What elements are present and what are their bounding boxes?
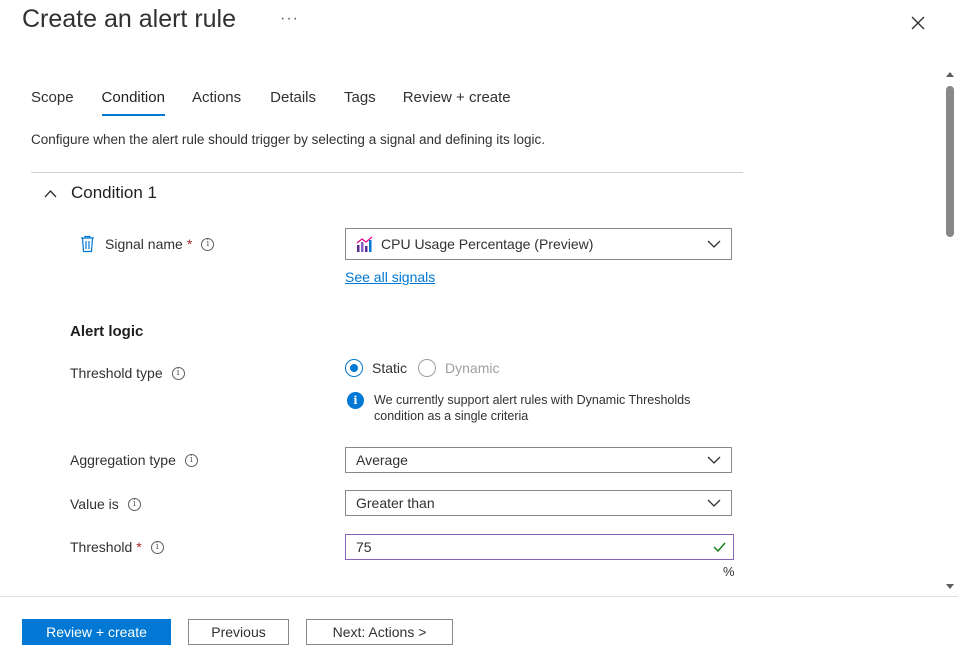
description-text: Configure when the alert rule should tri…	[31, 132, 546, 147]
aggregation-type-dropdown[interactable]: Average	[345, 447, 732, 473]
chevron-up-icon	[44, 189, 57, 197]
tab-bar: Scope Condition Actions Details Tags Rev…	[31, 89, 511, 119]
info-icon[interactable]: i	[184, 453, 198, 467]
scroll-down-arrow-icon[interactable]	[946, 584, 954, 590]
more-options-button[interactable]: ···	[280, 10, 299, 28]
signal-name-label-group: Signal name * i	[80, 235, 215, 253]
close-icon[interactable]	[906, 11, 930, 35]
tab-details[interactable]: Details	[270, 89, 316, 119]
info-filled-icon: i	[347, 392, 364, 409]
threshold-type-label: Threshold type	[70, 365, 163, 381]
signal-name-dropdown[interactable]: CPU Usage Percentage (Preview)	[345, 228, 732, 260]
aggregation-type-label-group: Aggregation type i	[70, 452, 198, 468]
condition-collapse-toggle[interactable]: Condition 1	[44, 183, 157, 203]
threshold-value: 75	[356, 539, 372, 555]
chevron-down-icon	[707, 499, 721, 507]
page-title: Create an alert rule	[22, 5, 237, 33]
chevron-down-icon	[707, 456, 721, 464]
trash-icon[interactable]	[80, 235, 95, 253]
dynamic-radio-label[interactable]: Dynamic	[445, 360, 499, 376]
tab-actions[interactable]: Actions	[192, 89, 241, 119]
static-radio[interactable]	[345, 359, 363, 377]
see-all-signals-link[interactable]: See all signals	[345, 269, 435, 285]
note-text: We currently support alert rules with Dy…	[374, 393, 691, 423]
scroll-up-arrow-icon[interactable]	[946, 71, 954, 77]
required-marker: *	[136, 539, 142, 555]
value-is-dropdown[interactable]: Greater than	[345, 490, 732, 516]
threshold-label: Threshold	[70, 539, 133, 555]
tab-scope[interactable]: Scope	[31, 89, 74, 119]
threshold-type-radio-group: Static Dynamic	[345, 359, 510, 377]
info-icon[interactable]: i	[201, 237, 215, 251]
value-is-label: Value is	[70, 496, 119, 512]
threshold-type-label-group: Threshold type i	[70, 365, 185, 381]
review-create-button[interactable]: Review + create	[22, 619, 171, 645]
info-icon[interactable]: i	[171, 366, 185, 380]
tab-condition[interactable]: Condition	[101, 89, 166, 119]
signal-name-value: CPU Usage Percentage (Preview)	[381, 236, 594, 252]
tab-review-create[interactable]: Review + create	[403, 89, 511, 119]
metric-chart-icon	[356, 236, 373, 252]
checkmark-icon	[713, 542, 726, 552]
aggregation-type-label: Aggregation type	[70, 452, 176, 468]
tab-tags[interactable]: Tags	[344, 89, 376, 119]
info-icon[interactable]: i	[127, 497, 141, 511]
threshold-input[interactable]: 75	[345, 534, 734, 560]
value-is-label-group: Value is i	[70, 496, 141, 512]
previous-button[interactable]: Previous	[188, 619, 289, 645]
alert-logic-heading: Alert logic	[70, 323, 144, 340]
footer-divider	[0, 596, 958, 597]
static-radio-label[interactable]: Static	[372, 360, 407, 376]
threshold-unit: %	[723, 564, 735, 579]
dynamic-radio[interactable]	[418, 359, 437, 377]
next-actions-button[interactable]: Next: Actions >	[306, 619, 453, 645]
aggregation-type-value: Average	[356, 452, 408, 468]
required-marker: *	[186, 236, 193, 252]
info-icon[interactable]: i	[150, 540, 164, 554]
divider	[31, 172, 743, 173]
chevron-down-icon	[707, 240, 721, 248]
condition-title: Condition 1	[71, 183, 158, 202]
value-is-value: Greater than	[356, 495, 435, 511]
dynamic-threshold-note: i We currently support alert rules with …	[347, 392, 724, 424]
threshold-label-group: Threshold * i	[70, 539, 164, 555]
signal-name-label: Signal name	[105, 236, 183, 252]
scrollbar-thumb[interactable]	[946, 86, 954, 237]
